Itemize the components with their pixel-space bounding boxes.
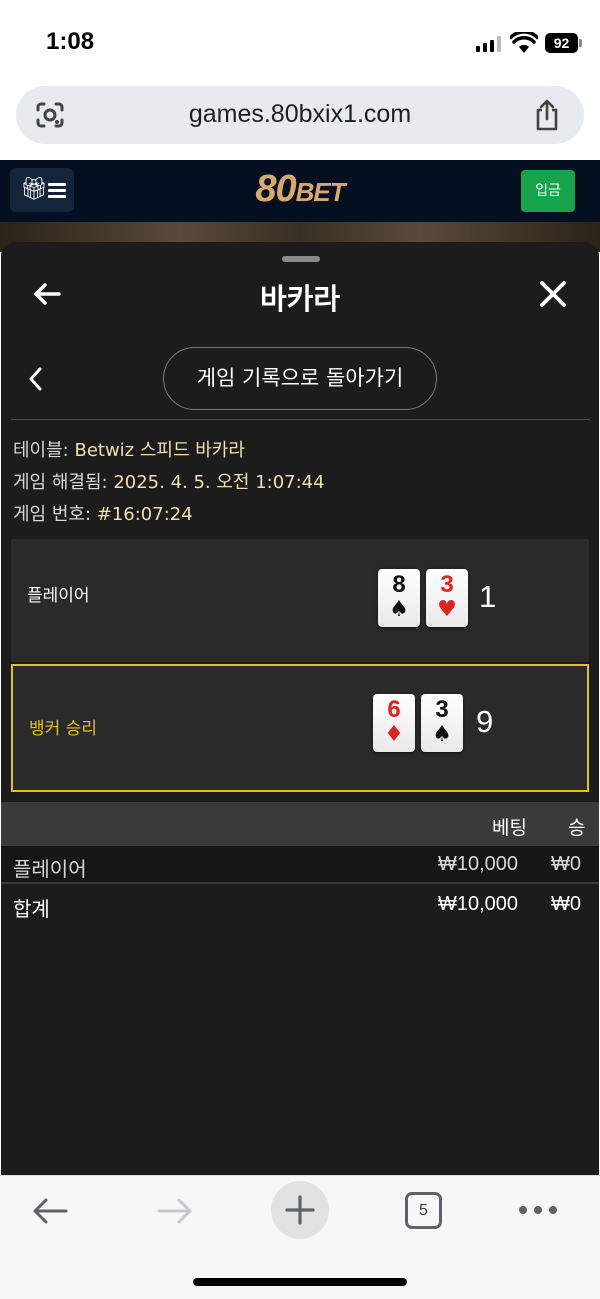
info-label: 게임 번호: (13, 504, 97, 525)
new-tab-button[interactable] (271, 1181, 329, 1239)
forward-icon[interactable] (155, 1194, 195, 1228)
deposit-button[interactable]: 입금 (521, 170, 575, 212)
info-value: Betwiz 스피드 바카라 (74, 440, 245, 461)
total-row: 합계 ₩10,000 ₩0 (1, 886, 599, 924)
home-indicator (193, 1278, 407, 1286)
card-rank: 3 (440, 571, 454, 598)
browser-toolbar: 5 (0, 1175, 600, 1299)
logo-number: 80 (255, 168, 296, 210)
total-bet: ₩10,000 (438, 893, 519, 915)
tab-switcher-button[interactable]: 5 (405, 1192, 442, 1229)
sheet-grabber[interactable] (282, 256, 320, 262)
logo-text: BET (295, 177, 346, 207)
spade-icon: ♠ (432, 722, 452, 747)
status-time: 1:08 (46, 28, 95, 55)
playing-card: 8 ♠ (378, 569, 420, 627)
win-column-header: 승 (568, 817, 586, 839)
site-header: 🎁︎ 80BET 입금 (0, 160, 600, 222)
table-info: 테이블: Betwiz 스피드 바카라 (13, 436, 245, 462)
battery-level: 92 (545, 33, 578, 53)
more-options-icon[interactable] (519, 1206, 557, 1216)
table-row: 플레이어 ₩10,000 ₩0 (1, 846, 599, 884)
bets-table-header: 베팅 승 (1, 802, 599, 846)
heart-icon: ♥ (437, 597, 457, 622)
player-result-row: 플레이어 8 ♠ 3 ♥ 1 (11, 539, 589, 662)
card-rank: 6 (387, 696, 401, 723)
banker-result-row: 뱅커 승리 6 ♦ 3 ♠ 9 (11, 664, 589, 792)
bet-name: 플레이어 (13, 859, 87, 881)
status-bar: 1:08 92 (0, 0, 600, 84)
info-label: 게임 해결됨: (13, 472, 114, 493)
spade-icon: ♠ (389, 597, 409, 622)
wifi-icon (510, 32, 538, 53)
bet-column-header: 베팅 (492, 817, 527, 839)
back-icon[interactable] (30, 1194, 70, 1228)
win-amount: ₩0 (551, 853, 581, 875)
close-icon[interactable] (537, 278, 569, 310)
url-text[interactable]: games.80bxix1.com (16, 100, 584, 129)
modal-title: 바카라 (259, 282, 341, 316)
playing-card: 3 ♥ (426, 569, 468, 627)
player-score: 1 (479, 579, 497, 614)
info-value: 2025. 4. 5. 오전 1:07:44 (113, 472, 325, 493)
info-label: 테이블: (13, 440, 75, 461)
card-rank: 3 (435, 696, 449, 723)
playing-card: 6 ♦ (373, 694, 415, 752)
address-bar[interactable]: games.80bxix1.com (16, 86, 584, 144)
return-to-history-button[interactable]: 게임 기록으로 돌아가기 (163, 347, 437, 410)
cellular-signal-icon (476, 36, 502, 52)
player-label: 플레이어 (27, 586, 90, 606)
banker-score: 9 (476, 704, 494, 739)
plus-icon (285, 1195, 315, 1225)
total-label: 합계 (13, 899, 50, 921)
diamond-icon: ♦ (384, 722, 404, 747)
chevron-left-icon[interactable] (27, 366, 45, 392)
share-icon[interactable] (532, 98, 562, 132)
card-rank: 8 (392, 571, 406, 598)
battery-tip (579, 39, 582, 47)
site-logo[interactable]: 80BET (0, 168, 600, 211)
total-win: ₩0 (551, 893, 581, 915)
baccarat-history-modal: 바카라 게임 기록으로 돌아가기 테이블: Betwiz 스피드 바카라 게임 … (1, 242, 599, 1175)
banker-win-label: 뱅커 승리 (29, 719, 97, 739)
divider (11, 419, 590, 420)
settled-info: 게임 해결됨: 2025. 4. 5. 오전 1:07:44 (13, 468, 325, 494)
game-number-info: 게임 번호: #16:07:24 (13, 500, 193, 526)
info-value: #16:07:24 (96, 504, 193, 525)
bet-amount: ₩10,000 (438, 853, 519, 875)
playing-card: 3 ♠ (421, 694, 463, 752)
